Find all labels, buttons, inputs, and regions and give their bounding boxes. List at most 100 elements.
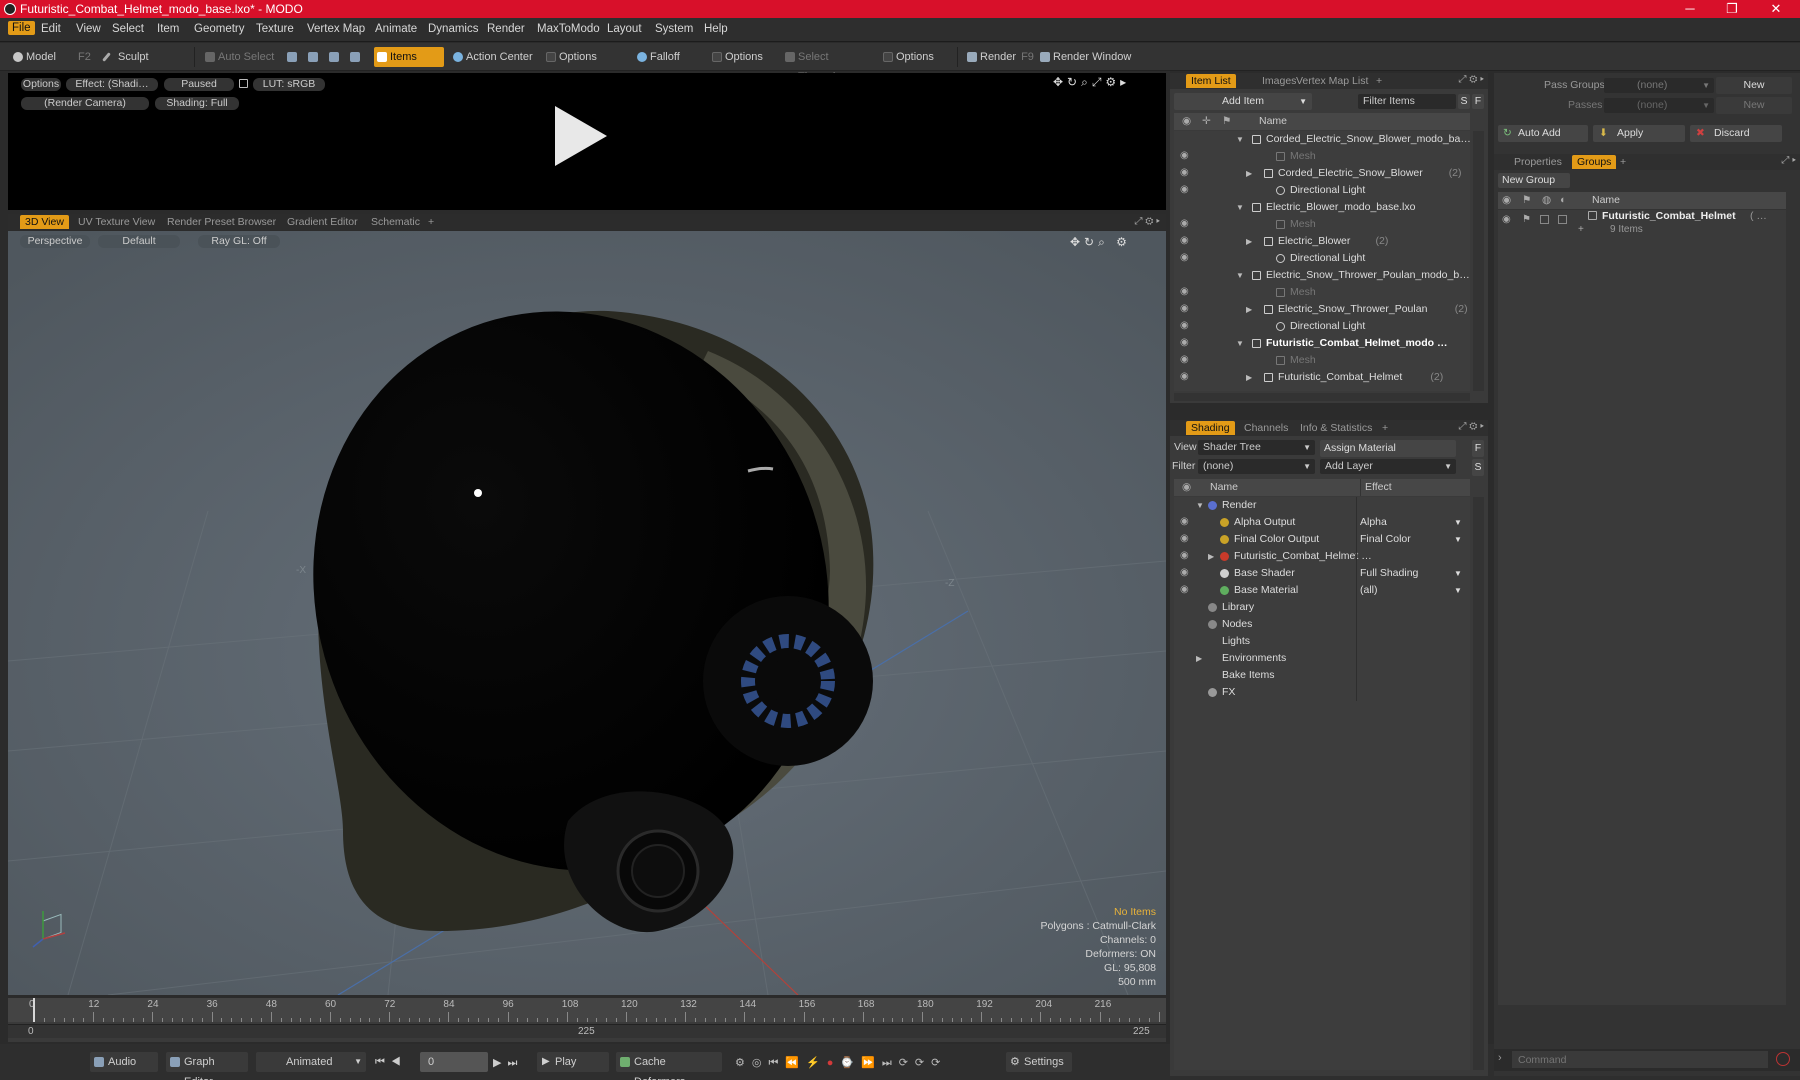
expand-panel-icon[interactable]: ⤢ ⚙ ▸ bbox=[1134, 216, 1160, 227]
menu-view[interactable]: View bbox=[76, 23, 101, 35]
menu-maxtomodo[interactable]: MaxToModo bbox=[537, 23, 600, 35]
tab-item-list[interactable]: Item List bbox=[1186, 74, 1236, 88]
preview-lut-dropdown[interactable]: LUT: sRGB bbox=[253, 78, 325, 91]
item-list-row[interactable]: ◉ Mesh bbox=[1174, 216, 1470, 233]
eye-icon[interactable]: ◉ bbox=[1180, 253, 1192, 263]
view-dropdown[interactable]: Shader Tree ▼ bbox=[1198, 440, 1315, 455]
tab-properties[interactable]: Properties bbox=[1514, 156, 1562, 168]
item-list-row[interactable]: ◉ Mesh bbox=[1174, 352, 1470, 369]
menu-dynamics[interactable]: Dynamics bbox=[428, 23, 478, 35]
eye-icon[interactable]: ◉ bbox=[1180, 185, 1192, 195]
assign-material-button[interactable]: Assign Material bbox=[1320, 440, 1456, 457]
eye-icon[interactable]: ◉ bbox=[1180, 168, 1192, 178]
eye-icon[interactable] bbox=[1180, 202, 1192, 212]
settings-button[interactable]: ⚙ Settings bbox=[1006, 1052, 1072, 1072]
passes-dropdown[interactable]: (none) ▼ bbox=[1604, 98, 1714, 113]
add-layer-s-button[interactable]: S bbox=[1472, 459, 1484, 476]
render-preview[interactable]: Options Effect: (Shadi… Paused LUT: sRGB… bbox=[8, 73, 1166, 210]
falloff-button[interactable]: Falloff bbox=[634, 47, 704, 67]
add-tab-button[interactable]: + bbox=[1376, 75, 1382, 87]
tab-uv-texture-view[interactable]: UV Texture View bbox=[78, 216, 155, 228]
audio-button[interactable]: Audio bbox=[90, 1052, 158, 1072]
timeline-playhead[interactable] bbox=[33, 998, 35, 1022]
item-list-row[interactable]: ◉ ▶ Electric_Snow_Thrower_Poulan (2) bbox=[1174, 301, 1470, 318]
lock-checkbox[interactable] bbox=[1540, 215, 1549, 224]
maximize-button[interactable]: ❐ bbox=[1712, 0, 1752, 18]
menu-render[interactable]: Render bbox=[487, 23, 525, 35]
preview-effect-dropdown[interactable]: Effect: (Shadi… bbox=[66, 78, 158, 91]
expand-arrow-icon[interactable]: ▶ bbox=[1246, 369, 1252, 386]
preview-shading-dropdown[interactable]: Shading: Full bbox=[155, 97, 239, 110]
eye-icon[interactable] bbox=[1180, 134, 1192, 144]
pass-groups-dropdown[interactable]: (none) ▼ bbox=[1604, 78, 1714, 93]
eye-icon[interactable]: ◉ bbox=[1502, 214, 1511, 225]
menu-edit[interactable]: Edit bbox=[41, 23, 61, 35]
assign-f-button[interactable]: F bbox=[1472, 440, 1484, 457]
shader-tree-row[interactable]: FX bbox=[1174, 684, 1470, 701]
collapse-arrow-icon[interactable]: ▼ bbox=[1236, 199, 1244, 216]
transport-forward-icons[interactable]: ▶⏭ bbox=[493, 1056, 523, 1070]
select-through-button[interactable]: Select Through bbox=[782, 47, 872, 83]
shader-tree-row[interactable]: ▶ Environments bbox=[1174, 650, 1470, 667]
auto-select-button[interactable]: Auto Select bbox=[202, 47, 280, 67]
viewport-nav-icons[interactable]: ✥↻⌕ ⚙ bbox=[1070, 235, 1131, 250]
chevron-down-icon[interactable]: ▼ bbox=[1454, 582, 1462, 599]
menu-geometry[interactable]: Geometry bbox=[194, 23, 245, 35]
shader-tree-row[interactable]: ◉ Final Color Output Final Color ▼ bbox=[1174, 531, 1470, 548]
render-icon[interactable]: ⚑ bbox=[1522, 214, 1531, 225]
menu-system[interactable]: System bbox=[655, 23, 693, 35]
tab-channels[interactable]: Channels bbox=[1244, 422, 1288, 434]
vertices-mode-button[interactable] bbox=[284, 47, 302, 67]
play-button[interactable]: ▶ Play bbox=[537, 1052, 609, 1072]
item-list-row[interactable]: ◉ ▶ Electric_Blower (2) bbox=[1174, 233, 1470, 250]
item-list-row[interactable]: ◉ ▼ Futuristic_Combat_Helmet_modo … bbox=[1174, 335, 1470, 352]
eye-icon[interactable]: ◉ bbox=[1180, 151, 1192, 161]
eye-icon[interactable]: ◉ bbox=[1180, 517, 1192, 527]
panel-menu-icons[interactable]: ⤢ ⚙ ▸ bbox=[1458, 421, 1484, 432]
filter-s-button[interactable]: S bbox=[1458, 94, 1470, 109]
timeline-range-bar[interactable]: 0 225 225 bbox=[8, 1024, 1166, 1038]
item-list-hscrollbar[interactable] bbox=[1174, 393, 1470, 401]
animated-dropdown[interactable]: Animated ▼ bbox=[256, 1052, 366, 1072]
shading-style-dropdown[interactable]: Default bbox=[98, 235, 180, 248]
add-layer-dropdown[interactable]: Add Layer ▼ bbox=[1320, 459, 1456, 474]
shader-tree-row[interactable]: ◉ Alpha Output Alpha ▼ bbox=[1174, 514, 1470, 531]
new-group-button[interactable]: New Group bbox=[1498, 173, 1570, 188]
eye-icon[interactable]: ◉ bbox=[1180, 585, 1192, 595]
expand-arrow-icon[interactable]: ▶ bbox=[1208, 548, 1214, 565]
render-button[interactable]: Render F9 bbox=[964, 47, 1034, 67]
edges-mode-button[interactable] bbox=[305, 47, 323, 67]
filter-dropdown[interactable]: (none) ▼ bbox=[1198, 459, 1315, 474]
falloff-options-button[interactable]: Options bbox=[709, 47, 779, 67]
filter-f-button[interactable]: F bbox=[1472, 94, 1484, 109]
item-list-scrollbar[interactable] bbox=[1473, 131, 1484, 391]
eye-icon[interactable]: ◉ bbox=[1180, 304, 1192, 314]
tab-info-statistics[interactable]: Info & Statistics bbox=[1300, 422, 1372, 434]
chevron-down-icon[interactable]: ▼ bbox=[1454, 514, 1462, 531]
action-center-options-button[interactable]: Options bbox=[543, 47, 623, 67]
preview-paused-button[interactable]: Paused bbox=[164, 78, 234, 91]
eye-icon[interactable]: ◉ bbox=[1180, 568, 1192, 578]
timeline-ruler[interactable]: 0 12 24 36 48 60 72 84 96 108 120 132 144 156 168 180 19… bbox=[8, 998, 1166, 1022]
panel-menu-icons[interactable]: ⤢ ⚙ ▸ bbox=[1458, 74, 1484, 85]
menu-file[interactable]: File bbox=[8, 21, 35, 35]
menu-help[interactable]: Help bbox=[704, 23, 728, 35]
tab-schematic[interactable]: Schematic bbox=[371, 216, 420, 228]
collapse-arrow-icon[interactable]: ▼ bbox=[1236, 267, 1244, 284]
expand-arrow-icon[interactable]: ▶ bbox=[1246, 301, 1252, 318]
add-tab-button[interactable]: + bbox=[1620, 156, 1626, 168]
shader-tree-row[interactable]: ◉ ▶ Futuristic_Combat_Helmet … bbox=[1174, 548, 1470, 565]
action-center-button[interactable]: Action Center bbox=[450, 47, 538, 67]
item-list-row[interactable]: ◉ ▶ Corded_Electric_Snow_Blower (2) bbox=[1174, 165, 1470, 182]
menu-layout[interactable]: Layout bbox=[607, 23, 642, 35]
item-list-row[interactable]: ◉ Directional Light bbox=[1174, 250, 1470, 267]
tab-images[interactable]: Images bbox=[1262, 75, 1296, 87]
shader-effect-value[interactable]: (all) bbox=[1360, 582, 1378, 599]
tab-render-preset-browser[interactable]: Render Preset Browser bbox=[167, 216, 276, 228]
new-pass-button[interactable]: New bbox=[1716, 97, 1792, 114]
preview-options-button[interactable]: Options bbox=[21, 78, 61, 91]
apply-button[interactable]: ⬇ Apply bbox=[1593, 125, 1685, 142]
auto-add-button[interactable]: ↻ Auto Add bbox=[1498, 125, 1588, 142]
shader-effect-value[interactable]: Full Shading bbox=[1360, 565, 1418, 582]
eye-icon[interactable]: ◉ bbox=[1180, 551, 1192, 561]
